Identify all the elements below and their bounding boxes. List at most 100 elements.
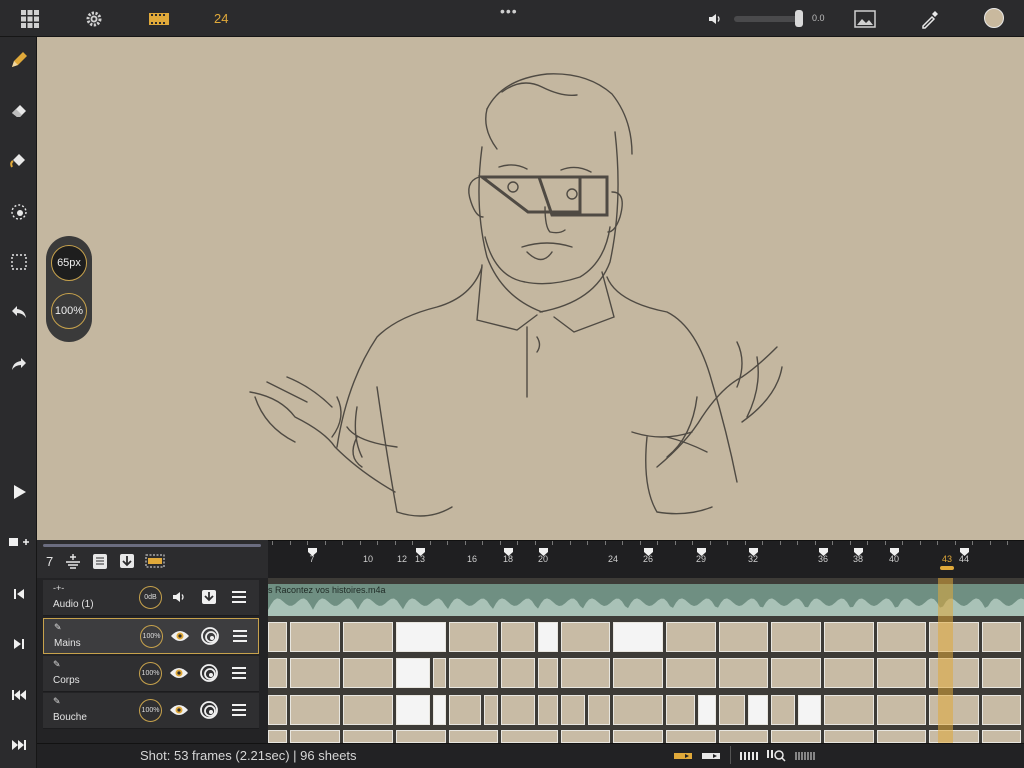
redo-icon[interactable] — [6, 351, 32, 377]
frame-cell[interactable] — [290, 622, 340, 652]
frame-cell[interactable] — [929, 658, 979, 688]
frame-cell[interactable] — [824, 622, 874, 652]
keyframe-marker[interactable] — [539, 543, 548, 556]
color-swatch[interactable] — [984, 8, 1004, 28]
frame-cell[interactable] — [877, 730, 926, 743]
frame-cell[interactable] — [982, 658, 1021, 688]
eye-icon[interactable] — [170, 626, 190, 646]
frame-cell[interactable] — [666, 730, 716, 743]
more-icon[interactable]: ••• — [500, 3, 518, 19]
film-strip-icon[interactable] — [146, 6, 172, 32]
brush-size-control[interactable]: 65px — [51, 245, 87, 281]
frame-cell[interactable] — [771, 730, 821, 743]
layer-opacity-control[interactable]: 100% — [139, 662, 162, 685]
keyframe-marker[interactable] — [416, 543, 425, 556]
frame-cell[interactable] — [771, 695, 795, 725]
import-icon[interactable] — [199, 587, 219, 607]
go-start-icon[interactable] — [6, 581, 32, 607]
frame-cell[interactable] — [613, 658, 663, 688]
frame-cell[interactable] — [982, 730, 1021, 743]
eye-icon[interactable] — [169, 700, 189, 720]
range-icon[interactable] — [701, 749, 721, 761]
frame-cell[interactable] — [449, 730, 498, 743]
zoom-out-icon[interactable] — [739, 749, 761, 761]
frame-cell[interactable] — [771, 658, 821, 688]
frame-cell[interactable] — [343, 730, 393, 743]
frame-cell[interactable] — [719, 695, 745, 725]
layer-row-corps[interactable]: ✎ Corps 100% — [43, 656, 259, 692]
frame-cell[interactable] — [982, 622, 1021, 652]
frame-cell[interactable] — [501, 622, 535, 652]
sheet-icon[interactable] — [92, 552, 108, 570]
frame-cell[interactable] — [877, 622, 926, 652]
frame-cell[interactable] — [433, 695, 446, 725]
frame-cell[interactable] — [501, 658, 535, 688]
frame-cell[interactable] — [613, 695, 663, 725]
frame-cell[interactable] — [613, 730, 663, 743]
frame-ruler[interactable]: 7 10 12 13 16 18 20 24 26 29 32 36 38 40 43 44 — [268, 540, 1024, 578]
selection-icon[interactable] — [6, 249, 32, 275]
frame-cell[interactable] — [588, 695, 610, 725]
fill-bucket-icon[interactable] — [6, 147, 32, 173]
playhead-handle[interactable] — [940, 566, 954, 570]
frame-cell[interactable] — [501, 695, 535, 725]
onion-skin-icon[interactable] — [200, 626, 220, 646]
frame-cell[interactable] — [771, 622, 821, 652]
go-end-icon[interactable] — [6, 631, 32, 657]
onion-skin-icon[interactable] — [199, 700, 219, 720]
onion-skin-icon[interactable] — [64, 552, 82, 570]
loop-range-icon[interactable] — [673, 749, 693, 761]
keyframe-marker[interactable] — [960, 543, 969, 556]
frame-cell[interactable] — [719, 658, 768, 688]
frame-cell[interactable] — [877, 695, 926, 725]
add-frame-icon[interactable] — [6, 529, 32, 555]
gear-icon[interactable] — [81, 6, 107, 32]
frame-cell[interactable] — [449, 658, 498, 688]
keyframe-marker[interactable] — [890, 543, 899, 556]
keyframe-marker[interactable] — [749, 543, 758, 556]
keyframe-marker[interactable] — [854, 543, 863, 556]
volume-slider[interactable] — [734, 16, 798, 22]
image-icon[interactable] — [852, 6, 878, 32]
frame-cell[interactable] — [929, 730, 979, 743]
layer-opacity-control[interactable]: 100% — [140, 625, 163, 648]
menu-icon[interactable] — [230, 626, 250, 646]
frame-cell[interactable] — [561, 695, 585, 725]
go-first-icon[interactable] — [6, 682, 32, 708]
layer-opacity-control[interactable]: 100% — [139, 699, 162, 722]
frame-cell[interactable] — [343, 695, 393, 725]
frame-cell[interactable] — [268, 622, 287, 652]
keyframe-marker[interactable] — [504, 543, 513, 556]
frame-cell[interactable] — [561, 658, 610, 688]
speaker-icon[interactable] — [169, 587, 189, 607]
brush-opacity-control[interactable]: 100% — [51, 293, 87, 329]
keyframe-marker[interactable] — [697, 543, 706, 556]
frame-cell[interactable] — [501, 730, 558, 743]
frame-cell[interactable] — [698, 695, 716, 725]
frame-cell[interactable] — [824, 658, 874, 688]
frame-cell[interactable] — [268, 730, 287, 743]
frame-cell[interactable] — [343, 622, 393, 652]
frame-cell[interactable] — [290, 730, 340, 743]
frame-cell[interactable] — [268, 695, 287, 725]
audio-level-control[interactable]: 0dB — [139, 586, 162, 609]
import-icon[interactable] — [119, 552, 135, 570]
frame-cell[interactable] — [396, 622, 446, 652]
frame-cell[interactable] — [877, 658, 926, 688]
menu-icon[interactable] — [229, 587, 249, 607]
frame-cell[interactable] — [449, 622, 498, 652]
layer-row-audio[interactable]: -+- Audio (1) 0dB — [43, 580, 259, 616]
keyframe-marker[interactable] — [819, 543, 828, 556]
grid-icon[interactable] — [17, 6, 43, 32]
frame-cell[interactable] — [561, 622, 610, 652]
timeline-tracks[interactable]: s Racontez vos histoires.m4a — [268, 578, 1024, 743]
frame-cell[interactable] — [290, 658, 340, 688]
frame-cell[interactable] — [396, 730, 446, 743]
frame-cell[interactable] — [343, 658, 393, 688]
audio-track[interactable]: s Racontez vos histoires.m4a — [268, 584, 1024, 616]
frame-cell[interactable] — [666, 695, 695, 725]
frame-cell[interactable] — [396, 658, 430, 688]
frame-cell[interactable] — [719, 622, 768, 652]
frame-cell[interactable] — [748, 695, 768, 725]
eye-icon[interactable] — [169, 663, 189, 683]
